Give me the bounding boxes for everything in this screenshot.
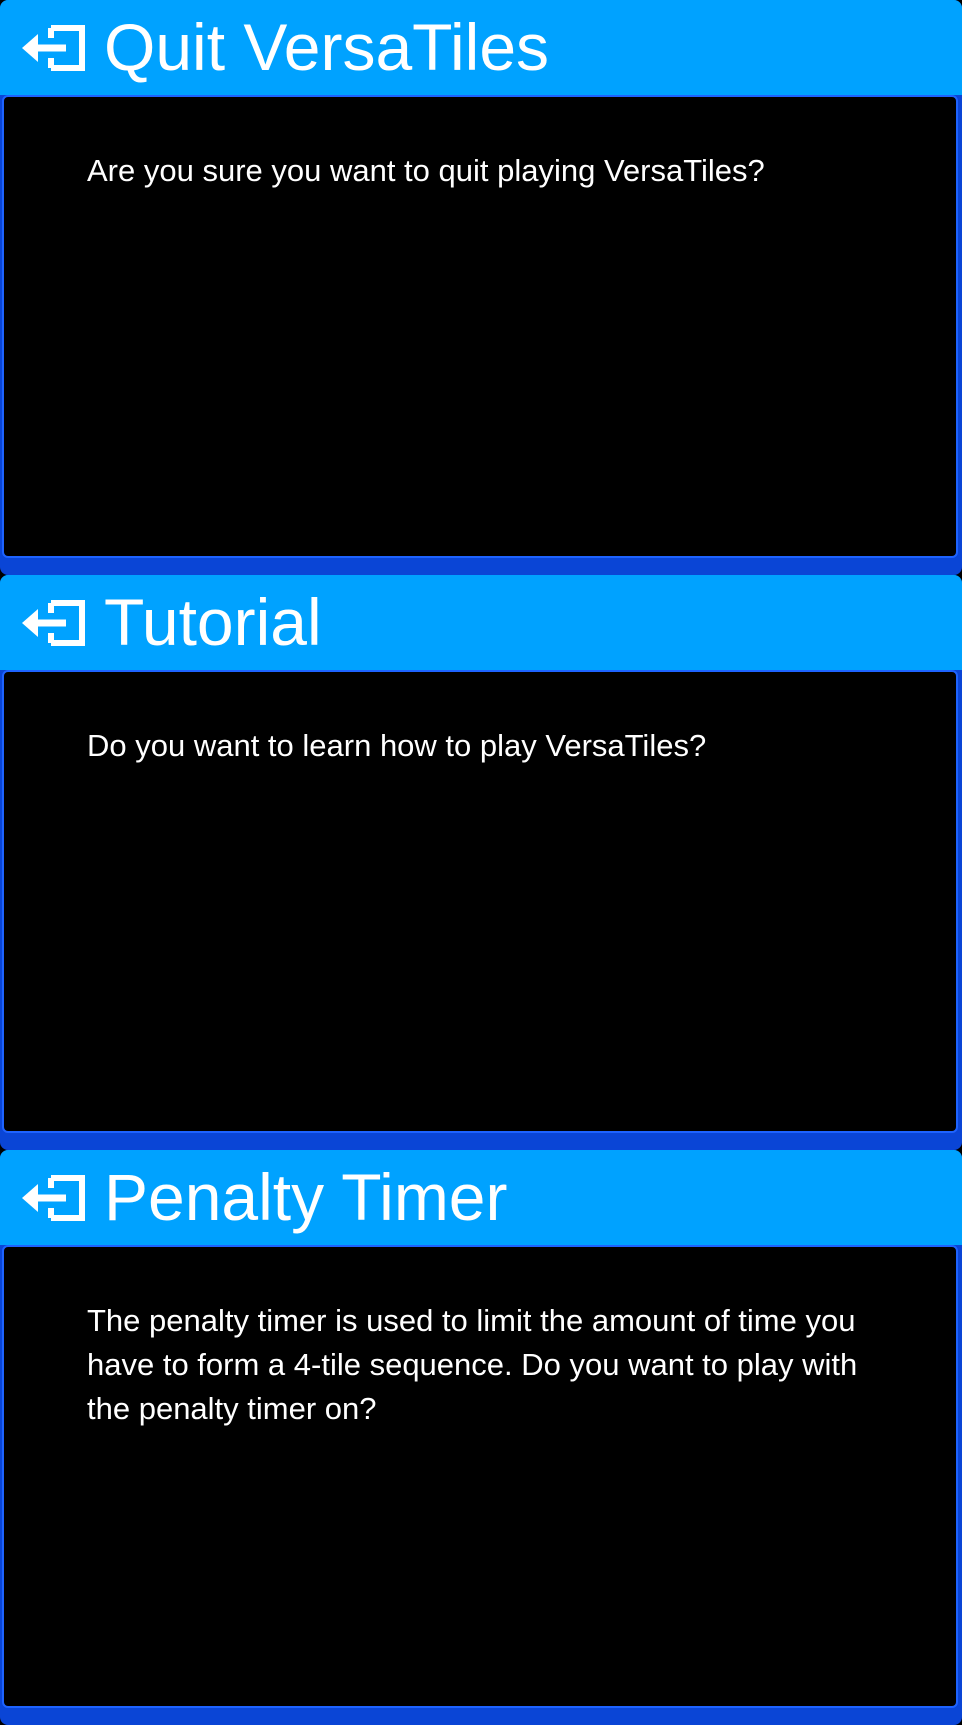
dialog-title: Tutorial [104,584,322,659]
dialog-message: Are you sure you want to quit playing Ve… [87,153,765,188]
exit-icon[interactable] [20,22,88,74]
dialog-title: Penalty Timer [104,1159,508,1234]
penalty-timer-dialog: Penalty Timer The penalty timer is used … [0,1150,962,1725]
tutorial-dialog: Tutorial Do you want to learn how to pla… [0,575,962,1150]
dialog-title: Quit VersaTiles [104,9,550,84]
exit-icon[interactable] [20,597,88,649]
dialog-body: The penalty timer is used to limit the a… [2,1245,958,1708]
dialog-header: Quit VersaTiles [0,0,962,95]
dialog-header: Penalty Timer [0,1150,962,1245]
dialog-message: The penalty timer is used to limit the a… [87,1303,858,1426]
dialog-body: Are you sure you want to quit playing Ve… [2,95,958,558]
dialog-message: Do you want to learn how to play VersaTi… [87,728,707,763]
dialog-header: Tutorial [0,575,962,670]
exit-icon[interactable] [20,1172,88,1224]
dialog-body: Do you want to learn how to play VersaTi… [2,670,958,1133]
quit-dialog: Quit VersaTiles Are you sure you want to… [0,0,962,575]
